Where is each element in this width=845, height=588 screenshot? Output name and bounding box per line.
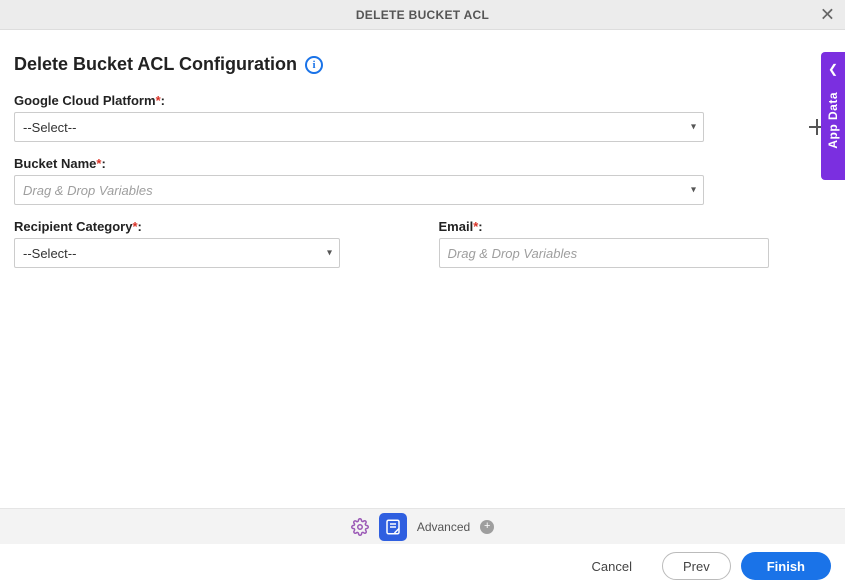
prev-button[interactable]: Prev <box>662 552 731 580</box>
dialog-title: DELETE BUCKET ACL <box>356 8 489 22</box>
email-label: Email*: <box>439 219 832 234</box>
advanced-label: Advanced <box>417 520 470 534</box>
recipient-label: Recipient Category*: <box>14 219 407 234</box>
recipient-label-text: Recipient Category <box>14 219 132 234</box>
bucket-label-text: Bucket Name <box>14 156 96 171</box>
bucket-name-input[interactable] <box>14 175 704 205</box>
recipient-category-select[interactable]: --Select-- <box>14 238 340 268</box>
gear-icon[interactable] <box>351 518 369 536</box>
finish-button[interactable]: Finish <box>741 552 831 580</box>
app-data-side-tab[interactable]: ❮ App Data <box>821 52 845 180</box>
dialog-header: DELETE BUCKET ACL ✕ <box>0 0 845 30</box>
dialog-footer: Cancel Prev Finish <box>0 544 845 588</box>
email-input[interactable] <box>439 238 769 268</box>
email-label-text: Email <box>439 219 474 234</box>
gcp-label: Google Cloud Platform*: <box>14 93 793 108</box>
required-asterisk: * <box>473 219 478 234</box>
side-tab-label: App Data <box>826 92 840 149</box>
close-button[interactable]: ✕ <box>820 4 835 25</box>
advanced-add-button[interactable]: + <box>480 520 494 534</box>
dialog-content: Delete Bucket ACL Configuration i Google… <box>0 30 845 508</box>
gcp-select[interactable]: --Select-- <box>14 112 704 142</box>
chevron-left-icon: ❮ <box>828 62 838 76</box>
gcp-label-text: Google Cloud Platform <box>14 93 156 108</box>
bucket-label: Bucket Name*: <box>14 156 831 171</box>
form-icon-button[interactable] <box>379 513 407 541</box>
page-title: Delete Bucket ACL Configuration <box>14 54 297 75</box>
required-asterisk: * <box>132 219 137 234</box>
required-asterisk: * <box>96 156 101 171</box>
info-icon[interactable]: i <box>305 56 323 74</box>
close-icon: ✕ <box>820 4 835 24</box>
required-asterisk: * <box>156 93 161 108</box>
form-icon <box>384 518 402 536</box>
cancel-button[interactable]: Cancel <box>572 552 652 580</box>
bottom-toolbar: Advanced + <box>0 508 845 544</box>
